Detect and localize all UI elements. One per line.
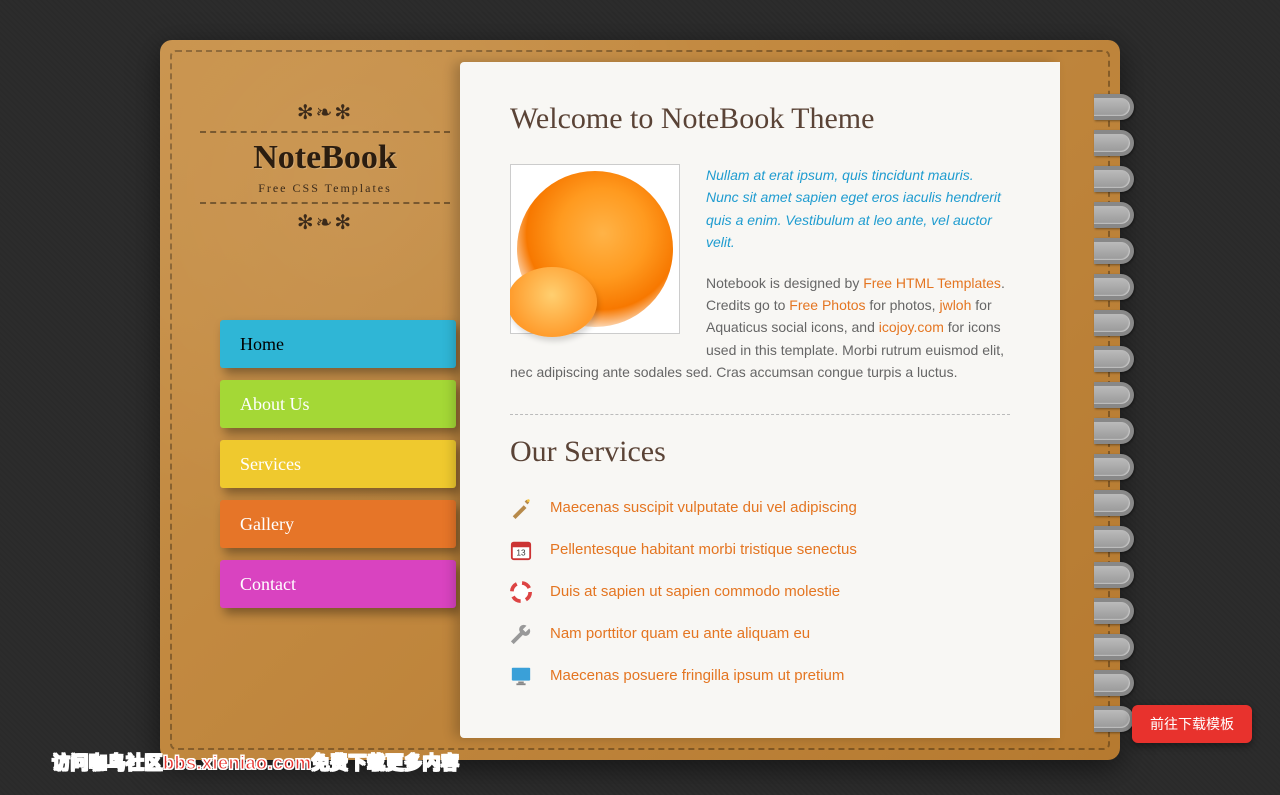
service-text: Nam porttitor quam eu ante aliquam eu (550, 625, 810, 642)
wrench-icon (510, 623, 532, 645)
orange-image (517, 171, 673, 327)
notebook-container: ✻❧✻ NoteBook Free CSS Templates ✻❧✻ Home… (160, 40, 1120, 760)
download-button[interactable]: 前往下载模板 (1132, 705, 1252, 743)
page-heading: Welcome to NoteBook Theme (510, 102, 1010, 136)
lifebuoy-icon (510, 581, 532, 603)
nav-item-contact[interactable]: Contact (220, 560, 456, 608)
nav-label: Contact (240, 574, 296, 594)
ring-icon (1094, 450, 1132, 476)
service-item[interactable]: Maecenas suscipit vulputate dui vel adip… (510, 497, 1010, 519)
ring-icon (1094, 342, 1132, 368)
nav-label: Gallery (240, 514, 294, 534)
ring-icon (1094, 378, 1132, 404)
ornament-top: ✻❧✻ (200, 100, 450, 125)
dashline (200, 202, 450, 204)
dashline (200, 131, 450, 133)
photo-frame (510, 164, 680, 334)
ring-icon (1094, 486, 1132, 512)
service-text: Pellentesque habitant morbi tristique se… (550, 541, 857, 558)
ring-icon (1094, 270, 1132, 296)
link-icojoy[interactable]: icojoy.com (879, 319, 944, 335)
ornament-bottom: ✻❧✻ (200, 210, 450, 235)
ring-icon (1094, 594, 1132, 620)
services-list: Maecenas suscipit vulputate dui vel adip… (510, 497, 1010, 687)
ring-icon (1094, 306, 1132, 332)
ring-icon (1094, 198, 1132, 224)
ring-icon (1094, 522, 1132, 548)
nav-item-gallery[interactable]: Gallery (220, 500, 456, 548)
ring-icon (1094, 234, 1132, 260)
monitor-icon (510, 665, 532, 687)
service-item[interactable]: Nam porttitor quam eu ante aliquam eu (510, 623, 1010, 645)
ring-icon (1094, 558, 1132, 584)
link-jwloh[interactable]: jwloh (939, 297, 971, 313)
nav-item-home[interactable]: Home (220, 320, 456, 368)
ring-icon (1094, 414, 1132, 440)
link-free-photos[interactable]: Free Photos (789, 297, 865, 313)
service-text: Maecenas posuere fringilla ipsum ut pret… (550, 667, 844, 684)
service-item[interactable]: Maecenas posuere fringilla ipsum ut pret… (510, 665, 1010, 687)
nav-item-about[interactable]: About Us (220, 380, 456, 428)
ring-icon (1094, 90, 1132, 116)
calendar-icon: 13 (510, 539, 532, 561)
service-text: Duis at sapien ut sapien commodo molesti… (550, 583, 840, 600)
nav-menu: Home About Us Services Gallery Contact (220, 320, 456, 620)
site-subtitle: Free CSS Templates (200, 181, 450, 196)
text: for photos, (866, 297, 940, 313)
ring-icon (1094, 630, 1132, 656)
wand-icon (510, 497, 532, 519)
svg-text:13: 13 (516, 548, 526, 557)
nav-label: About Us (240, 394, 310, 414)
site-title: NoteBook (200, 139, 450, 177)
intro-block: Nullam at erat ipsum, quis tincidunt mau… (510, 164, 1010, 384)
service-item[interactable]: 13 Pellentesque habitant morbi tristique… (510, 539, 1010, 561)
page-content: Welcome to NoteBook Theme Nullam at erat… (460, 62, 1060, 738)
ring-icon (1094, 126, 1132, 152)
ring-icon (1094, 702, 1132, 728)
ring-icon (1094, 666, 1132, 692)
ring-icon (1094, 162, 1132, 188)
text: Notebook is designed by (706, 275, 863, 291)
service-item[interactable]: Duis at sapien ut sapien commodo molesti… (510, 581, 1010, 603)
nav-item-services[interactable]: Services (220, 440, 456, 488)
nav-label: Services (240, 454, 301, 474)
nav-label: Home (240, 334, 284, 354)
logo-area: ✻❧✻ NoteBook Free CSS Templates ✻❧✻ (200, 100, 450, 235)
service-text: Maecenas suscipit vulputate dui vel adip… (550, 499, 857, 516)
services-heading: Our Services (510, 435, 1010, 469)
link-free-html[interactable]: Free HTML Templates (863, 275, 1001, 291)
footer-promo-text: 访问咖鸟社区bbs.xieniao.com免费下载更多内容 (52, 749, 460, 775)
divider (510, 414, 1010, 415)
spiral-rings (1094, 90, 1134, 728)
